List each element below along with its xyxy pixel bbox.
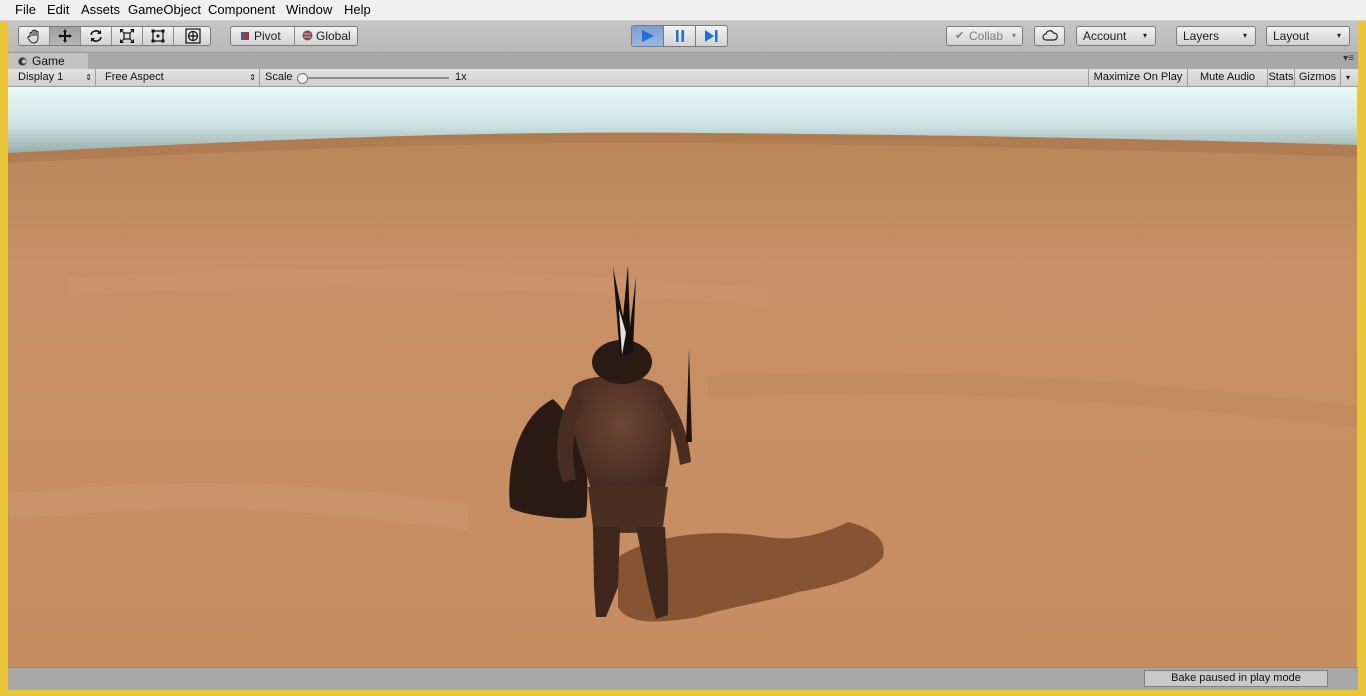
scale-label: Scale xyxy=(265,71,293,83)
tab-menu-icon[interactable]: ▾≡ xyxy=(1343,53,1354,64)
gizmos-toggle[interactable]: Gizmos xyxy=(1295,69,1341,86)
menu-help[interactable]: Help xyxy=(344,2,371,18)
menu-assets[interactable]: Assets xyxy=(81,2,120,18)
chevron-down-icon: ▾ xyxy=(1011,31,1016,40)
global-button[interactable]: Global xyxy=(295,27,357,45)
global-label: Global xyxy=(316,29,351,43)
stats-toggle[interactable]: Stats xyxy=(1268,69,1295,86)
mute-label: Mute Audio xyxy=(1199,71,1256,83)
chevron-down-icon: ▾ xyxy=(1242,31,1247,40)
hand-icon[interactable] xyxy=(19,27,50,45)
mute-audio-toggle[interactable]: Mute Audio xyxy=(1188,69,1268,86)
game-tab-icon xyxy=(18,57,27,66)
chevron-down-icon: ▾ xyxy=(1142,31,1147,40)
menu-bar: File Edit Assets GameObject Component Wi… xyxy=(0,0,1366,21)
play-icon xyxy=(642,30,654,42)
checkmark-icon: ✔ xyxy=(955,30,965,42)
maximize-label: Maximize On Play xyxy=(1093,71,1183,83)
game-tab[interactable]: Game xyxy=(8,53,88,69)
pause-icon xyxy=(676,30,684,42)
maximize-on-play-toggle[interactable]: Maximize On Play xyxy=(1088,69,1188,86)
bake-status: Bake paused in play mode xyxy=(1144,670,1328,687)
chevron-down-icon: ▾ xyxy=(1336,31,1341,40)
pause-button[interactable] xyxy=(664,26,696,46)
pivot-label: Pivot xyxy=(254,29,281,43)
globe-icon xyxy=(302,30,313,41)
updown-icon: ⇕ xyxy=(249,73,256,82)
main-toolbar: Pivot Global ✔ Collab ▾ Account ▾ Layers… xyxy=(8,21,1358,52)
step-button[interactable] xyxy=(696,26,727,46)
step-icon xyxy=(705,30,718,42)
scale-icon[interactable] xyxy=(112,27,143,45)
layout-dropdown[interactable]: Layout ▾ xyxy=(1266,26,1350,46)
updown-icon: ⇕ xyxy=(85,73,92,82)
transform-icon[interactable] xyxy=(174,27,211,45)
menu-gameobject[interactable]: GameObject xyxy=(128,2,201,18)
chevron-down-icon: ▾ xyxy=(1345,73,1350,82)
menu-component[interactable]: Component xyxy=(208,2,275,18)
gizmos-dropdown[interactable]: ▾ xyxy=(1341,69,1355,86)
account-dropdown[interactable]: Account ▾ xyxy=(1076,26,1156,46)
account-label: Account xyxy=(1083,29,1127,43)
gizmos-label: Gizmos xyxy=(1298,71,1337,83)
collab-label: Collab xyxy=(969,29,1004,43)
display-dropdown[interactable]: Display 1 ⇕ xyxy=(12,69,96,86)
menu-window[interactable]: Window xyxy=(286,2,332,18)
pivot-icon xyxy=(241,32,249,40)
scale-slider[interactable] xyxy=(297,73,449,84)
transform-tools xyxy=(18,26,211,46)
display-label: Display 1 xyxy=(18,71,64,83)
game-viewport[interactable] xyxy=(8,87,1357,667)
game-scene xyxy=(8,87,1357,667)
stats-label: Stats xyxy=(1268,71,1294,83)
game-tab-title: Game xyxy=(32,54,65,68)
aspect-label: Free Aspect xyxy=(105,71,164,83)
layout-label: Layout xyxy=(1273,29,1310,43)
move-icon[interactable] xyxy=(50,27,81,45)
play-button[interactable] xyxy=(632,26,664,46)
cloud-icon xyxy=(1042,30,1058,41)
collab-button[interactable]: ✔ Collab ▾ xyxy=(946,26,1023,46)
scale-value: 1x xyxy=(455,71,467,83)
aspect-dropdown[interactable]: Free Aspect ⇕ xyxy=(100,69,260,86)
menu-file[interactable]: File xyxy=(15,2,36,18)
menu-edit[interactable]: Edit xyxy=(47,2,69,18)
scale-slider-thumb[interactable] xyxy=(297,73,308,84)
layers-label: Layers xyxy=(1183,29,1220,43)
status-bar: Bake paused in play mode xyxy=(8,667,1358,690)
game-tab-bar: Game ▾≡ xyxy=(8,52,1358,70)
pivot-global-group: Pivot Global xyxy=(230,26,358,46)
pivot-button[interactable]: Pivot xyxy=(231,27,295,45)
rect-transform-icon[interactable] xyxy=(143,27,174,45)
rotate-icon[interactable] xyxy=(81,27,112,45)
layers-dropdown[interactable]: Layers ▾ xyxy=(1176,26,1256,46)
playback-controls xyxy=(631,25,728,47)
game-view-toolbar: Display 1 ⇕ Free Aspect ⇕ Scale 1x Maxim… xyxy=(8,69,1358,87)
cloud-button[interactable] xyxy=(1034,26,1065,46)
